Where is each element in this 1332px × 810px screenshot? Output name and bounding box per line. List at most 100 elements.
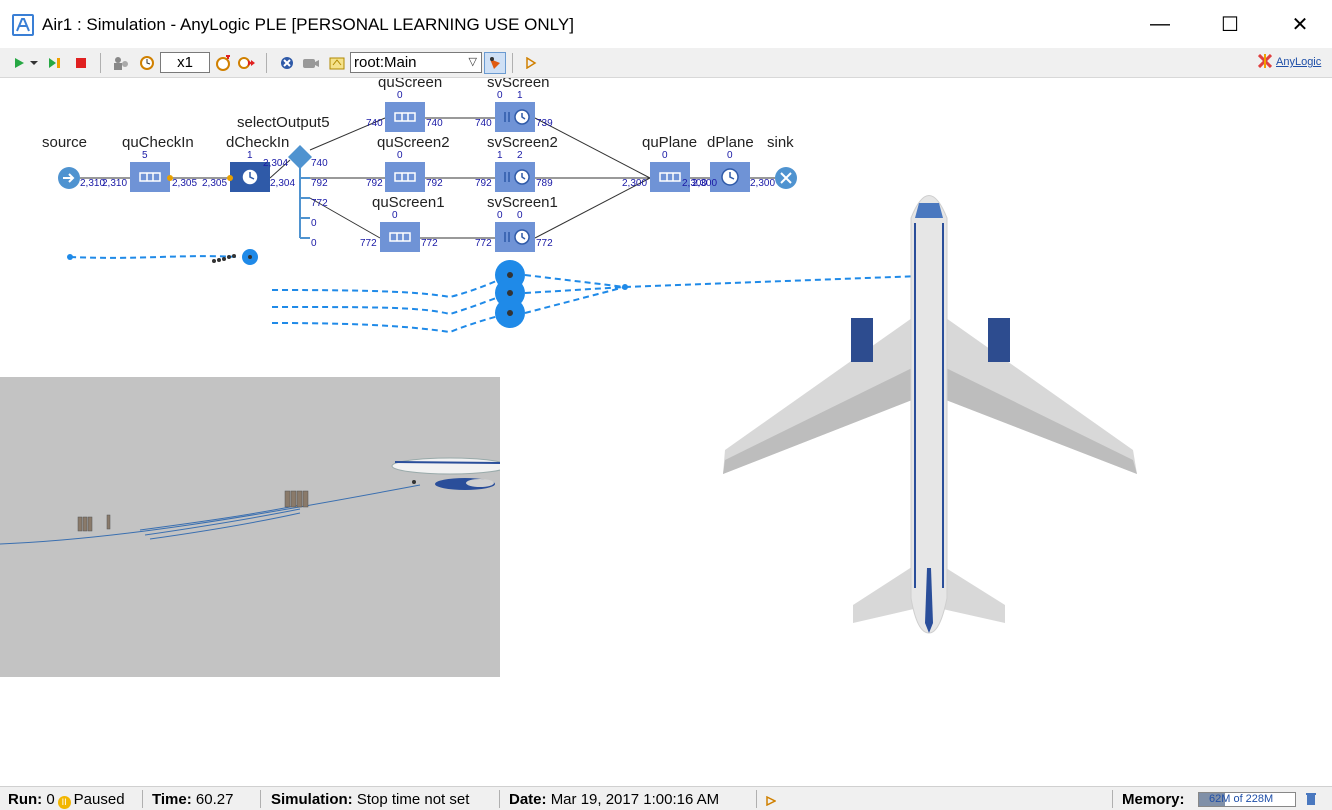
time-value: 60.27 xyxy=(195,791,234,808)
run-icon xyxy=(15,58,24,68)
count-label: 792 xyxy=(426,178,443,189)
count-label: 0 xyxy=(397,90,403,101)
count-label: 0 xyxy=(497,90,503,101)
trash-icon xyxy=(1306,793,1316,805)
svScreen1-label: svScreen1 xyxy=(487,194,558,211)
memory-status: Memory: xyxy=(1122,791,1185,808)
home-view-button[interactable] xyxy=(326,52,348,74)
garbage-collect-button[interactable] xyxy=(1305,792,1317,810)
count-label: 772 xyxy=(360,238,377,249)
camera-button[interactable] xyxy=(300,52,322,74)
date-value: Mar 19, 2017 1:00:16 AM xyxy=(550,791,720,808)
count-label: 740 xyxy=(475,118,492,129)
toolbar-separator xyxy=(512,53,513,73)
anylogic-logo[interactable]: AnyLogic xyxy=(1258,54,1321,68)
anylogic-app-icon xyxy=(12,14,34,36)
quScreen1-label: quScreen1 xyxy=(372,194,445,211)
count-label: 772 xyxy=(421,238,438,249)
count-label: 5 xyxy=(142,150,148,161)
close-button[interactable]: ✕ xyxy=(1265,0,1332,48)
fast-forward-icon xyxy=(238,57,255,69)
run-button[interactable] xyxy=(8,52,30,74)
model-canvas[interactable]: source quCheckIn dCheckIn selectOutput5 … xyxy=(0,78,1332,786)
status-separator xyxy=(1112,790,1113,808)
count-label: 0 xyxy=(392,210,398,221)
count-label: 0 xyxy=(727,150,733,161)
quScreen2-block[interactable] xyxy=(385,162,425,192)
queue-blocks xyxy=(130,102,690,252)
maximize-button[interactable]: ☐ xyxy=(1195,0,1265,48)
run-dropdown-button[interactable] xyxy=(28,52,40,74)
speed-display: x1 xyxy=(160,52,210,73)
sink-label: sink xyxy=(767,134,794,151)
run-value: 0 xyxy=(46,791,55,808)
count-label: 740 xyxy=(426,118,443,129)
anylogic-window: Air1 : Simulation - AnyLogic PLE [PERSON… xyxy=(0,0,1332,810)
date-status: Date: Mar 19, 2017 1:00:16 AM xyxy=(509,791,719,808)
count-label: 2,304 xyxy=(270,178,296,189)
count-label: 772 xyxy=(475,238,492,249)
count-label: 2,305 xyxy=(202,178,228,189)
quCheckIn-label: quCheckIn xyxy=(122,134,194,151)
clock-button[interactable] xyxy=(136,52,158,74)
quScreen-label: quScreen xyxy=(378,78,443,91)
count-label: 740 xyxy=(366,118,383,129)
dPlane-label: dPlane xyxy=(707,134,754,151)
count-label: 792 xyxy=(366,178,383,189)
agent-button[interactable] xyxy=(110,52,132,74)
experiment-icon xyxy=(526,57,537,69)
maximize-icon: ☐ xyxy=(1221,13,1239,36)
navigate-button[interactable] xyxy=(276,52,298,74)
count-label: 2,305 xyxy=(172,178,198,189)
date-label: Date: xyxy=(509,791,547,808)
pedestrian-marker xyxy=(248,255,252,259)
count-label: 792 xyxy=(475,178,492,189)
status-separator xyxy=(260,790,261,808)
quScreen-block[interactable] xyxy=(385,102,425,132)
dCheckIn-label: dCheckIn xyxy=(226,134,290,151)
select-output-fan xyxy=(299,168,310,239)
experiment-button[interactable] xyxy=(520,52,542,74)
simulation-value: Stop time not set xyxy=(356,791,470,808)
status-separator xyxy=(142,790,143,808)
count-label: 2,300 xyxy=(750,178,776,189)
port-dot xyxy=(227,175,233,181)
svScreen2-label: svScreen2 xyxy=(487,134,558,151)
count-label: 739 xyxy=(536,118,553,129)
fast-forward-button[interactable] xyxy=(236,52,258,74)
speed-up-button[interactable] xyxy=(212,52,234,74)
quScreen2-label: quScreen2 xyxy=(377,134,450,151)
memory-bar: 62M of 228M xyxy=(1198,792,1296,807)
step-icon xyxy=(49,58,60,68)
3d-view[interactable] xyxy=(0,377,500,677)
quScreen1-block[interactable] xyxy=(380,222,420,252)
source-label: source xyxy=(42,134,88,151)
anylogic-logo-text: AnyLogic xyxy=(1276,56,1322,68)
count-label: 789 xyxy=(536,178,553,189)
window-title: Air1 : Simulation - AnyLogic PLE [PERSON… xyxy=(42,15,574,34)
toolbar-separator xyxy=(100,53,101,73)
quCheckIn-block[interactable] xyxy=(130,162,170,192)
select-output-diamond[interactable] xyxy=(288,145,312,169)
view-dropdown[interactable]: root:Main ▽ xyxy=(350,52,482,73)
stop-button[interactable] xyxy=(70,52,92,74)
stop-icon xyxy=(76,58,86,68)
quPlane-label: quPlane xyxy=(642,134,698,151)
step-button[interactable] xyxy=(44,52,66,74)
state-value: Paused xyxy=(73,791,125,808)
count-label: 740 xyxy=(311,158,328,169)
count-label: 1 xyxy=(517,90,523,101)
count-label: 2,300 xyxy=(622,178,648,189)
count-label: 2 xyxy=(517,150,523,161)
count-label: 2,300 xyxy=(692,178,718,189)
3d-scene xyxy=(0,457,500,545)
navigate-icon xyxy=(281,57,293,69)
minimize-button[interactable]: — xyxy=(1125,0,1195,48)
experiment-status-button[interactable] xyxy=(766,793,777,810)
run-status: Run: 0 II Paused xyxy=(8,791,125,809)
view-area-button[interactable] xyxy=(484,52,506,74)
memory-value: 62M of 228M xyxy=(1209,793,1274,805)
status-separator xyxy=(756,790,757,808)
time-label: Time: xyxy=(152,791,192,808)
count-label: 0 xyxy=(517,210,523,221)
